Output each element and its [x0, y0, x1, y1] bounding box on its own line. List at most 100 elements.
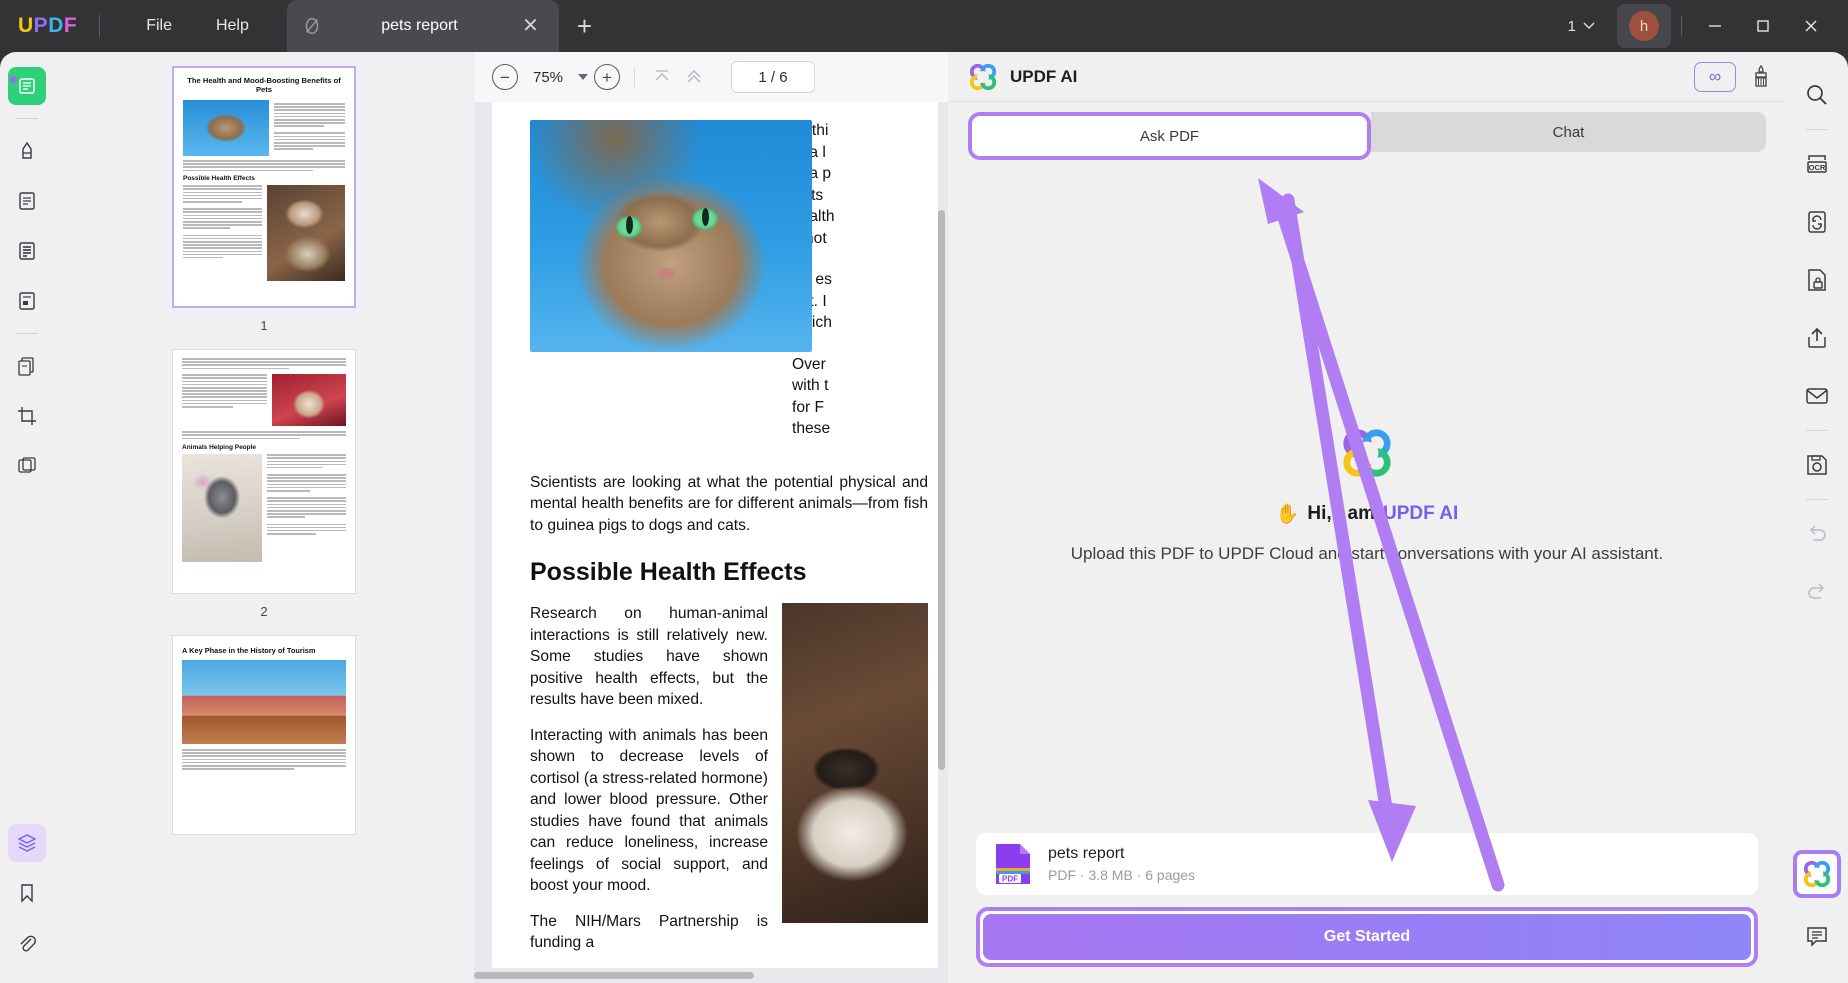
zoom-out-button[interactable]: − [492, 64, 518, 90]
titlebar-divider-2 [1681, 16, 1682, 36]
chat-bubble-icon [1807, 927, 1827, 947]
updf-ai-button[interactable] [1793, 850, 1841, 898]
zoom-level-value: 75% [532, 68, 564, 86]
chevron-down-icon[interactable] [578, 74, 588, 80]
clip-line: Over [792, 355, 826, 373]
thumbnail-page-3[interactable]: A Key Phase in the History of Tourism [172, 635, 356, 835]
thumbnail-page-2[interactable]: Animals Helping People [172, 349, 356, 594]
reader-icon [19, 78, 35, 94]
wave-hand-icon: ✋ [1275, 504, 1300, 526]
save-icon [1807, 455, 1827, 475]
convert-button[interactable] [1797, 202, 1837, 242]
sidebar-item-form[interactable] [8, 282, 46, 320]
first-page-button[interactable] [649, 64, 675, 90]
save-as-button[interactable] [1797, 445, 1837, 485]
updf-window: UPDF File Help pets report ✕ + 1 h The H… [0, 0, 1848, 983]
file-card[interactable]: PDF pets report PDF · 3.8 MB · 6 pages [976, 833, 1758, 895]
ai-greeting: ✋ Hi, I am UPDF AI [1276, 502, 1459, 526]
doc-paragraph-2: Research on human-animal interactions is… [530, 605, 768, 709]
thumbnail-list: The Health and Mood-Boosting Benefits of… [54, 52, 474, 835]
file-card-text: pets report PDF · 3.8 MB · 6 pages [1048, 845, 1195, 883]
menu-help[interactable]: Help [194, 11, 271, 41]
thumb-number-1: 1 [260, 318, 268, 333]
sidebar-item-comment[interactable] [8, 182, 46, 220]
cat-photo [530, 120, 812, 352]
sidebar-item-reader-mode[interactable] [8, 67, 46, 105]
rail-divider-2 [16, 333, 38, 334]
ask-pdf-tab-highlight: Ask PDF [968, 112, 1371, 160]
sidebar-item-bookmark[interactable] [8, 874, 46, 912]
titlebar-right-group: 1 h [1558, 4, 1848, 48]
document-toolbar: − 75% + 1 / 6 [474, 52, 948, 102]
protect-button[interactable] [1797, 260, 1837, 300]
comment-doc-icon [19, 192, 35, 210]
envelope-icon [1806, 388, 1828, 404]
thumbnail-page-1[interactable]: The Health and Mood-Boosting Benefits of… [172, 66, 356, 308]
sidebar-item-organize-pages[interactable] [8, 347, 46, 385]
paperclip-icon [20, 935, 37, 952]
logo-letter-f: F [63, 14, 78, 37]
svg-text:OCR: OCR [1809, 163, 1826, 172]
document-view[interactable]: Nothi to a l of a p Pets health emot An … [474, 102, 948, 983]
close-window-button[interactable] [1788, 5, 1834, 47]
thumb-heading: Animals Helping People [182, 444, 257, 452]
zoom-in-button[interactable]: + [594, 64, 620, 90]
svg-text:PDF: PDF [1002, 875, 1018, 884]
redo-icon [1808, 583, 1825, 599]
sidebar-item-layers[interactable] [8, 824, 46, 862]
chat-button[interactable] [1797, 916, 1837, 956]
thumbnail-pane[interactable]: The Health and Mood-Boosting Benefits of… [54, 52, 474, 983]
pages-icon [18, 357, 34, 376]
email-button[interactable] [1797, 376, 1837, 416]
thumb-heading: Possible Health Effects [183, 175, 255, 183]
sidebar-item-attachment[interactable] [8, 924, 46, 962]
bookmark-icon [21, 884, 33, 903]
pen-edit-icon [22, 141, 32, 159]
get-started-button[interactable]: Get Started [983, 914, 1751, 960]
share-button[interactable] [1797, 318, 1837, 358]
ai-panel-title: UPDF AI [1010, 66, 1078, 86]
sidebar-item-crop[interactable] [8, 397, 46, 435]
brush-icon[interactable] [1750, 64, 1772, 90]
account-button[interactable]: h [1617, 4, 1671, 48]
redo-button[interactable] [1797, 572, 1837, 612]
avatar: h [1629, 11, 1659, 41]
left-toolbar [0, 52, 54, 983]
title-bar: UPDF File Help pets report ✕ + 1 h [0, 0, 1848, 52]
doc-paragraph-3: Interacting with animals has been shown … [530, 726, 768, 895]
page-right-column-clipped: Nothi to a l of a p Pets health emot An … [792, 120, 938, 454]
unlimited-button[interactable]: ∞ [1694, 61, 1736, 92]
maximize-button[interactable] [1740, 5, 1786, 47]
unsaved-dot-icon [10, 76, 17, 83]
right-toolbar: OCR [1786, 52, 1848, 983]
menu-file[interactable]: File [124, 11, 194, 41]
undo-button[interactable] [1797, 514, 1837, 554]
undo-icon [1809, 525, 1826, 541]
search-button[interactable] [1797, 75, 1837, 115]
page-number-input[interactable]: 1 / 6 [731, 61, 815, 93]
minimize-button[interactable] [1692, 5, 1738, 47]
file-name: pets report [1048, 845, 1125, 862]
lock-doc-icon [1808, 269, 1826, 291]
thumb-page-content: A Key Phase in the History of Tourism [173, 636, 355, 778]
window-count-value: 1 [1567, 17, 1576, 35]
prev-page-button[interactable] [681, 64, 707, 90]
sidebar-item-edit-pdf[interactable] [8, 132, 46, 170]
tab-ask-pdf[interactable]: Ask PDF [972, 116, 1367, 156]
clip-line: to a l [792, 143, 826, 161]
titlebar-divider [99, 15, 101, 37]
sidebar-item-batch[interactable] [8, 447, 46, 485]
document-vertical-scrollbar[interactable] [938, 210, 945, 770]
pdf-page: Nothi to a l of a p Pets health emot An … [492, 102, 938, 968]
document-horizontal-scrollbar[interactable] [474, 972, 754, 979]
prev-page-icon [687, 69, 701, 83]
sidebar-item-page-text[interactable] [8, 232, 46, 270]
ocr-button[interactable]: OCR [1797, 144, 1837, 184]
text-page-icon [19, 242, 35, 260]
tab-chat[interactable]: Chat [1371, 112, 1766, 152]
document-tab[interactable]: pets report ✕ [286, 0, 559, 52]
window-count-dropdown[interactable]: 1 [1558, 12, 1605, 41]
close-tab-icon[interactable]: ✕ [516, 14, 545, 38]
clip-line: Pets [792, 185, 930, 207]
new-tab-button[interactable]: + [577, 11, 592, 42]
